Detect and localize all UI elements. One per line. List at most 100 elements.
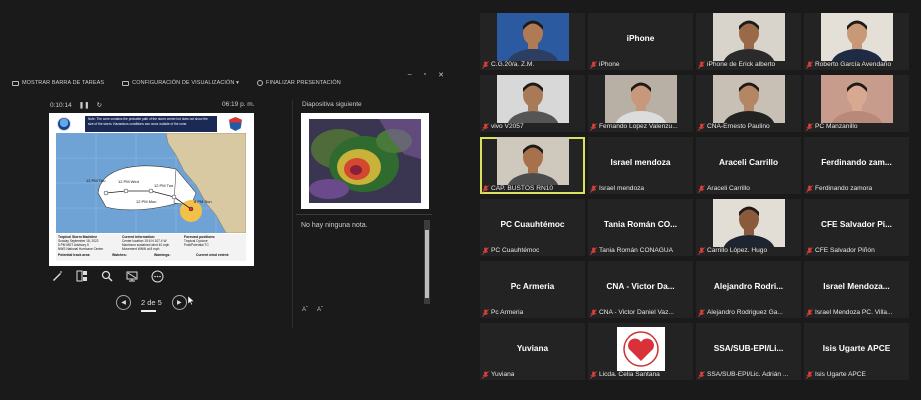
participant-name-display: Ferdinando zam... — [821, 157, 892, 167]
participant-tile[interactable]: Tania Román CO... Tania Román CONAGUA — [588, 199, 693, 256]
reset-timer-icon[interactable]: ↻ — [97, 101, 102, 109]
all-slides-icon[interactable] — [75, 269, 89, 283]
muted-mic-icon — [698, 184, 705, 193]
participant-name: PC Manzanillo — [815, 123, 858, 130]
scrollbar-thumb[interactable] — [425, 230, 429, 298]
show-taskbar-button[interactable]: MOSTRAR BARRA DE TAREAS — [12, 80, 104, 86]
participant-tile[interactable]: Isis Ugarte APCE Isis Ugarte APCE — [804, 323, 909, 380]
zoom-icon[interactable] — [100, 269, 114, 283]
participant-tile[interactable]: iPhone iPhone — [588, 13, 693, 70]
participant-tile[interactable]: CAP. BUSTOS RN10 — [480, 137, 585, 194]
participant-tile[interactable]: PC Cuauhtémoc PC Cuauhtémoc — [480, 199, 585, 256]
participant-name-display: Tania Román CO... — [603, 219, 678, 229]
participant-caption: PC Cuauhtémoc — [482, 246, 583, 255]
participant-tile[interactable]: Ferdinando zam... Ferdinando zamora — [804, 137, 909, 194]
participant-tile[interactable]: Yuviana Yuviana — [480, 323, 585, 380]
participant-tile[interactable]: Roberto García Avendaño — [804, 13, 909, 70]
presenter-view: MOSTRAR BARRA DE TAREAS CONFIGURACIÓN DE… — [0, 70, 452, 330]
participant-video — [496, 13, 569, 61]
participant-caption: CAP. BUSTOS RN10 — [482, 184, 583, 193]
notes-scrollbar[interactable] — [424, 220, 430, 304]
previous-slide-button[interactable]: ◀ — [116, 295, 131, 310]
taskbar-icon — [12, 80, 19, 86]
participant-name-display: Pc Armeria — [510, 281, 555, 291]
pause-icon[interactable]: ❚❚ — [79, 101, 90, 109]
timer-value: 0:10:14 — [50, 101, 72, 109]
participant-name-display: Israel mendoza — [610, 157, 671, 167]
participant-tile[interactable]: Alejandro Rodri... Alejandro Rodriguez G… — [696, 261, 801, 318]
participant-tile[interactable]: C.G.20/a. Z.M. — [480, 13, 585, 70]
muted-mic-icon — [590, 370, 597, 379]
participant-name: Licda. Celia Santana — [599, 371, 660, 378]
increase-font-icon[interactable]: Aˆ — [302, 307, 308, 313]
participant-name: Israel mendoza — [599, 185, 645, 192]
map-label-2: 12 PM Tue — [154, 183, 174, 188]
muted-mic-icon — [590, 60, 597, 69]
next-slide-thumbnail[interactable] — [301, 113, 429, 209]
decrease-font-icon[interactable]: Aˇ — [317, 307, 323, 313]
close-icon[interactable]: ✕ — [438, 71, 444, 79]
minimize-icon[interactable]: – — [408, 71, 412, 79]
participant-video — [820, 75, 893, 123]
muted-mic-icon — [806, 60, 813, 69]
participant-name-display: PC Cuauhtémoc — [500, 219, 565, 229]
participant-caption: CNA-Ernesto Paulino — [698, 122, 799, 131]
participant-name: vivo V2057 — [491, 123, 524, 130]
participant-name: CFE Salvador Piñón — [815, 247, 875, 254]
monitor-icon — [122, 80, 130, 86]
participant-caption: Araceli Carrillo — [698, 184, 799, 193]
display-settings-button[interactable]: CONFIGURACIÓN DE VISUALIZACIÓN ▾ — [122, 80, 239, 86]
muted-mic-icon — [482, 308, 489, 317]
muted-mic-icon — [482, 60, 489, 69]
participant-tile[interactable]: vivo V2057 — [480, 75, 585, 132]
font-size-controls: Aˆ Aˇ — [302, 307, 323, 313]
participant-tile[interactable]: PC Manzanillo — [804, 75, 909, 132]
participant-caption: Israel mendoza — [590, 184, 691, 193]
participant-caption: vivo V2057 — [482, 122, 583, 131]
participant-caption: Alejandro Rodriguez Ga... — [698, 308, 799, 317]
muted-mic-icon — [698, 122, 705, 131]
participant-caption: C.G.20/a. Z.M. — [482, 60, 583, 69]
participant-name: iPhone — [599, 61, 620, 68]
participant-tile[interactable]: Carrillo López. Hugo — [696, 199, 801, 256]
participant-name: Alejandro Rodriguez Ga... — [707, 309, 783, 316]
map-label-0: 12 PM Thu — [86, 178, 106, 183]
participant-tile[interactable]: Fernando Lopez Valenzu... — [588, 75, 693, 132]
participant-name: SSA/SUB-EPI/Lic. Adrián ... — [707, 371, 789, 378]
participant-caption: Tania Román CONAGUA — [590, 246, 691, 255]
black-screen-icon[interactable] — [125, 269, 139, 283]
muted-mic-icon — [590, 184, 597, 193]
next-slide-button[interactable]: ▶ — [171, 295, 187, 310]
nws-logo-icon — [229, 117, 242, 131]
notes-text: No hay ninguna nota. — [301, 222, 368, 229]
participant-tile[interactable]: Pc Armeria Pc Armeria — [480, 261, 585, 318]
end-show-button[interactable]: FINALIZAR PRESENTACIÓN — [256, 80, 341, 86]
participant-name: C.G.20/a. Z.M. — [491, 61, 535, 68]
participant-name-display: Yuviana — [516, 343, 549, 353]
participant-name: Israel Mendoza PC. Villa... — [815, 309, 893, 316]
next-slide-label: Diapositiva siguiente — [302, 101, 362, 108]
divider — [292, 100, 293, 328]
participant-tile[interactable]: Israel mendoza Israel mendoza — [588, 137, 693, 194]
participant-name-display: Isis Ugarte APCE — [822, 343, 891, 353]
participant-video — [712, 75, 785, 123]
pen-icon[interactable] — [50, 269, 64, 283]
participant-tile[interactable]: Licda. Celia Santana — [588, 323, 693, 380]
participant-tile[interactable]: CFE Salvador Pi... CFE Salvador Piñón — [804, 199, 909, 256]
participant-tile[interactable]: Israel Mendoza... Israel Mendoza PC. Vil… — [804, 261, 909, 318]
muted-mic-icon — [482, 122, 489, 131]
muted-mic-icon — [806, 370, 813, 379]
more-options-icon[interactable] — [150, 269, 164, 283]
participant-tile[interactable]: CNA-Ernesto Paulino — [696, 75, 801, 132]
participant-caption: iPhone de Erick alberto — [698, 60, 799, 69]
participant-caption: CFE Salvador Piñón — [806, 246, 907, 255]
participant-tile[interactable]: Araceli Carrillo Araceli Carrillo — [696, 137, 801, 194]
restore-icon[interactable]: ▫ — [424, 71, 426, 79]
participant-name-display: Israel Mendoza... — [823, 281, 890, 291]
noaa-logo-icon — [57, 117, 71, 131]
participant-name: Fernando Lopez Valenzu... — [599, 123, 678, 130]
participant-tile[interactable]: SSA/SUB-EPI/Li... SSA/SUB-EPI/Lic. Adriá… — [696, 323, 801, 380]
participant-tile[interactable]: CNA - Victor Da... CNA - Victor Daniel V… — [588, 261, 693, 318]
participant-caption: Israel Mendoza PC. Villa... — [806, 308, 907, 317]
participant-tile[interactable]: iPhone de Erick alberto — [696, 13, 801, 70]
